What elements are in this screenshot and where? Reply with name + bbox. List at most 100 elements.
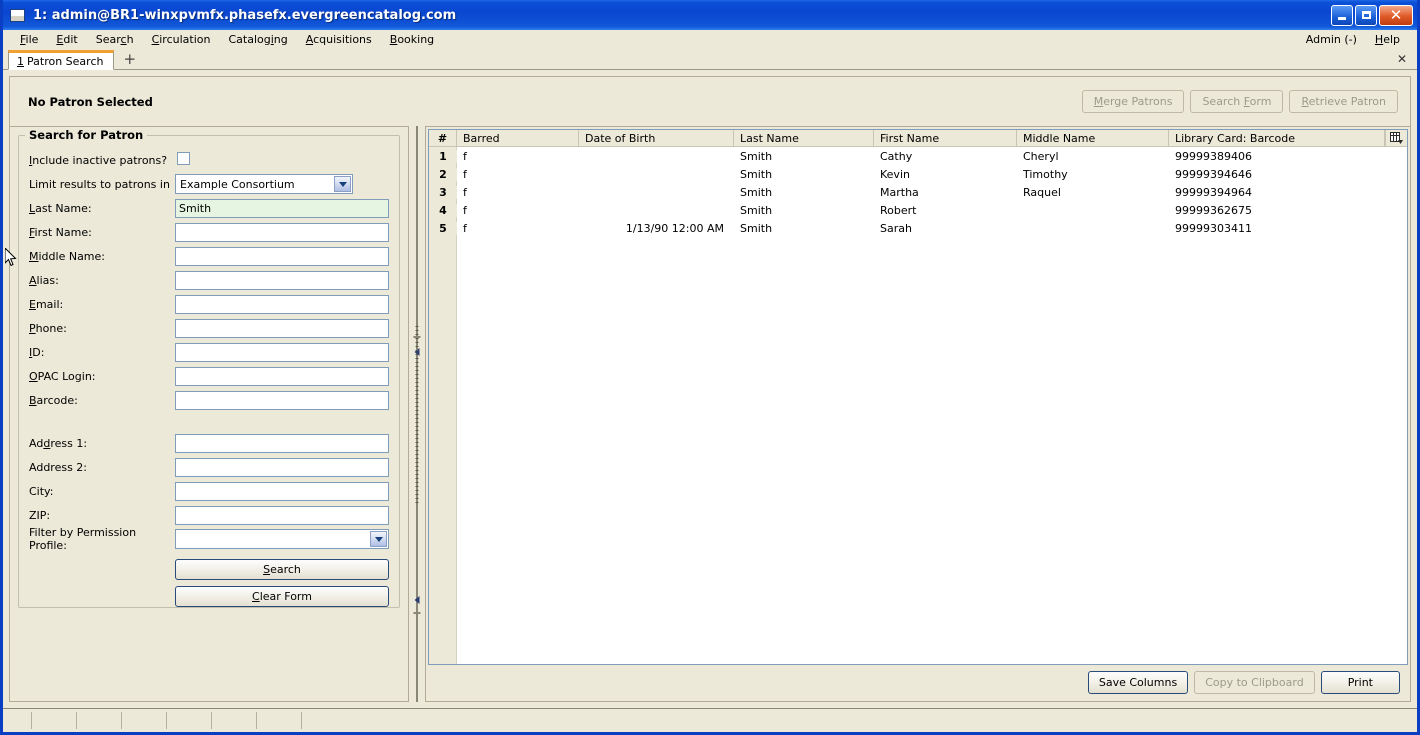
retrieve-patron-label: Retrieve Patron — [1301, 95, 1386, 108]
cell-last: Smith — [740, 149, 773, 163]
menu-search[interactable]: Search — [87, 32, 143, 47]
save-columns-button[interactable]: Save Columns — [1087, 670, 1189, 694]
title-bar: 1: admin@BR1-winxpvmfx.phasefx.evergreen… — [3, 0, 1417, 30]
limit-results-label: Limit results to patrons in — [29, 178, 175, 191]
column-header-num[interactable]: # — [429, 130, 457, 146]
search-form-label: Search Form — [1202, 95, 1272, 108]
status-segment-8 — [302, 712, 1417, 729]
input-barcode[interactable] — [175, 390, 389, 410]
input-lastname[interactable] — [175, 198, 389, 218]
table-row[interactable]: 4 f Smith Robert 99999362675 — [429, 201, 1407, 219]
minimize-icon — [1338, 17, 1346, 20]
copy-to-clipboard-button[interactable]: Copy to Clipboard — [1194, 670, 1315, 694]
retrieve-patron-button[interactable]: Retrieve Patron — [1289, 90, 1398, 113]
column-header-barred[interactable]: Barred — [457, 130, 579, 146]
clear-form-button[interactable]: Clear Form — [175, 586, 389, 607]
search-for-patron-group: Search for Patron Include inactive patro… — [18, 128, 400, 608]
chevron-down-icon — [374, 536, 383, 542]
search-button[interactable]: Search — [175, 559, 389, 580]
table-row[interactable]: 5 f 1/13/90 12:00 AM Smith Sarah 99999303411 — [429, 219, 1407, 237]
column-header-library-card[interactable]: Library Card: Barcode — [1169, 130, 1385, 146]
column-header-last-name[interactable]: Last Name — [734, 130, 874, 146]
permission-profile-label: Filter by Permission Profile: — [29, 526, 175, 552]
pane-splitter[interactable] — [409, 126, 425, 702]
column-header-first-name[interactable]: First Name — [874, 130, 1017, 146]
cell-last: Smith — [740, 221, 773, 235]
close-button[interactable]: ✕ — [1379, 4, 1413, 26]
input-zip[interactable] — [175, 505, 389, 525]
field-label-7: OPAC Login: — [29, 369, 96, 383]
tab-patron-search[interactable]: 1 Patron Search — [8, 50, 115, 70]
address-field-row-2: City: — [29, 481, 389, 501]
column-header-date-of-birth[interactable]: Date of Birth — [579, 130, 734, 146]
menu-help-label: Help — [1374, 33, 1400, 46]
maximize-button[interactable] — [1355, 4, 1377, 26]
menu-bar: File Edit Search Circulation Cataloging … — [3, 30, 1417, 49]
field-row-5: Phone: — [29, 318, 389, 338]
close-tab-icon[interactable]: ✕ — [1397, 52, 1417, 69]
input-city[interactable] — [175, 481, 389, 501]
menu-bar-right: Admin (-) Help — [1297, 32, 1417, 47]
patron-summary-bar: No Patron Selected Merge Patrons Search … — [9, 76, 1411, 126]
field-control-2 — [175, 246, 389, 266]
print-button[interactable]: Print — [1320, 670, 1400, 694]
field-row-2: Middle Name: — [29, 246, 389, 266]
menu-file[interactable]: File — [11, 32, 47, 47]
clear-form-button-row: Clear Form — [29, 580, 389, 607]
input-id[interactable] — [175, 342, 389, 362]
close-icon: ✕ — [1389, 5, 1403, 24]
status-bar — [3, 708, 1417, 732]
menu-acquisitions[interactable]: Acquisitions — [297, 32, 381, 47]
limit-results-dropdown-arrow[interactable] — [334, 176, 351, 192]
address-field-label-2: City: — [29, 484, 54, 498]
input-phone[interactable] — [175, 318, 389, 338]
permission-profile-select[interactable] — [175, 529, 389, 549]
field-label-4: Email: — [29, 297, 64, 311]
column-header-middle-name[interactable]: Middle Name — [1017, 130, 1169, 146]
minimize-button[interactable] — [1331, 4, 1353, 26]
table-row[interactable]: 2 f Smith Kevin Timothy 99999394646 — [429, 165, 1407, 183]
menu-edit[interactable]: Edit — [47, 32, 86, 47]
menu-circulation[interactable]: Circulation — [143, 32, 220, 47]
include-inactive-checkbox[interactable] — [177, 152, 190, 165]
new-tab-button[interactable]: + — [123, 52, 136, 69]
input-address2[interactable] — [175, 457, 389, 477]
field-row-4: Email: — [29, 294, 389, 314]
table-row[interactable]: 1 f Smith Cathy Cheryl 99999389406 — [429, 147, 1407, 165]
input-address1[interactable] — [175, 433, 389, 453]
input-firstname[interactable] — [175, 222, 389, 242]
cell-last: Smith — [740, 167, 773, 181]
field-control-1 — [175, 222, 389, 242]
field-include-inactive: Include inactive patrons? — [29, 150, 389, 170]
cell-first: Cathy — [880, 149, 913, 163]
field-control-5 — [175, 318, 389, 338]
menu-cataloging[interactable]: Cataloging — [219, 32, 296, 47]
input-alias[interactable] — [175, 270, 389, 290]
results-grid-body[interactable]: 1 f Smith Cathy Cheryl 99999389406 2 f Smith Kevi… — [429, 147, 1407, 664]
field-label-2: Middle Name: — [29, 249, 105, 263]
limit-results-text: Limit results to patrons in — [29, 177, 170, 191]
menu-help[interactable]: Help — [1366, 32, 1409, 47]
search-form-button[interactable]: Search Form — [1190, 90, 1284, 113]
permission-profile-dropdown-arrow[interactable] — [370, 531, 387, 547]
window-controls: ✕ — [1331, 4, 1415, 26]
column-picker-icon[interactable] — [1385, 130, 1407, 146]
splitter-collapse-right-button[interactable] — [414, 596, 420, 604]
menu-cataloging-label: Cataloging — [228, 33, 288, 46]
limit-results-select[interactable]: Example Consortium — [175, 174, 353, 194]
merge-patrons-button[interactable]: Merge Patrons — [1081, 90, 1185, 113]
cell-barred: f — [463, 167, 467, 181]
input-opaclogin[interactable] — [175, 366, 389, 386]
splitter-grip[interactable] — [415, 326, 419, 506]
menu-booking[interactable]: Booking — [381, 32, 443, 47]
input-middlename[interactable] — [175, 246, 389, 266]
status-segment-4 — [122, 712, 167, 729]
menu-circulation-label: Circulation — [151, 33, 211, 46]
cell-barred: f — [463, 149, 467, 163]
status-segment-2 — [32, 712, 77, 729]
input-email[interactable] — [175, 294, 389, 314]
table-row[interactable]: 3 f Smith Martha Raquel 99999394964 — [429, 183, 1407, 201]
menu-admin[interactable]: Admin (-) — [1297, 32, 1366, 47]
splitter-tick-bottom — [413, 612, 421, 614]
field-label-0: Last Name: — [29, 201, 92, 215]
